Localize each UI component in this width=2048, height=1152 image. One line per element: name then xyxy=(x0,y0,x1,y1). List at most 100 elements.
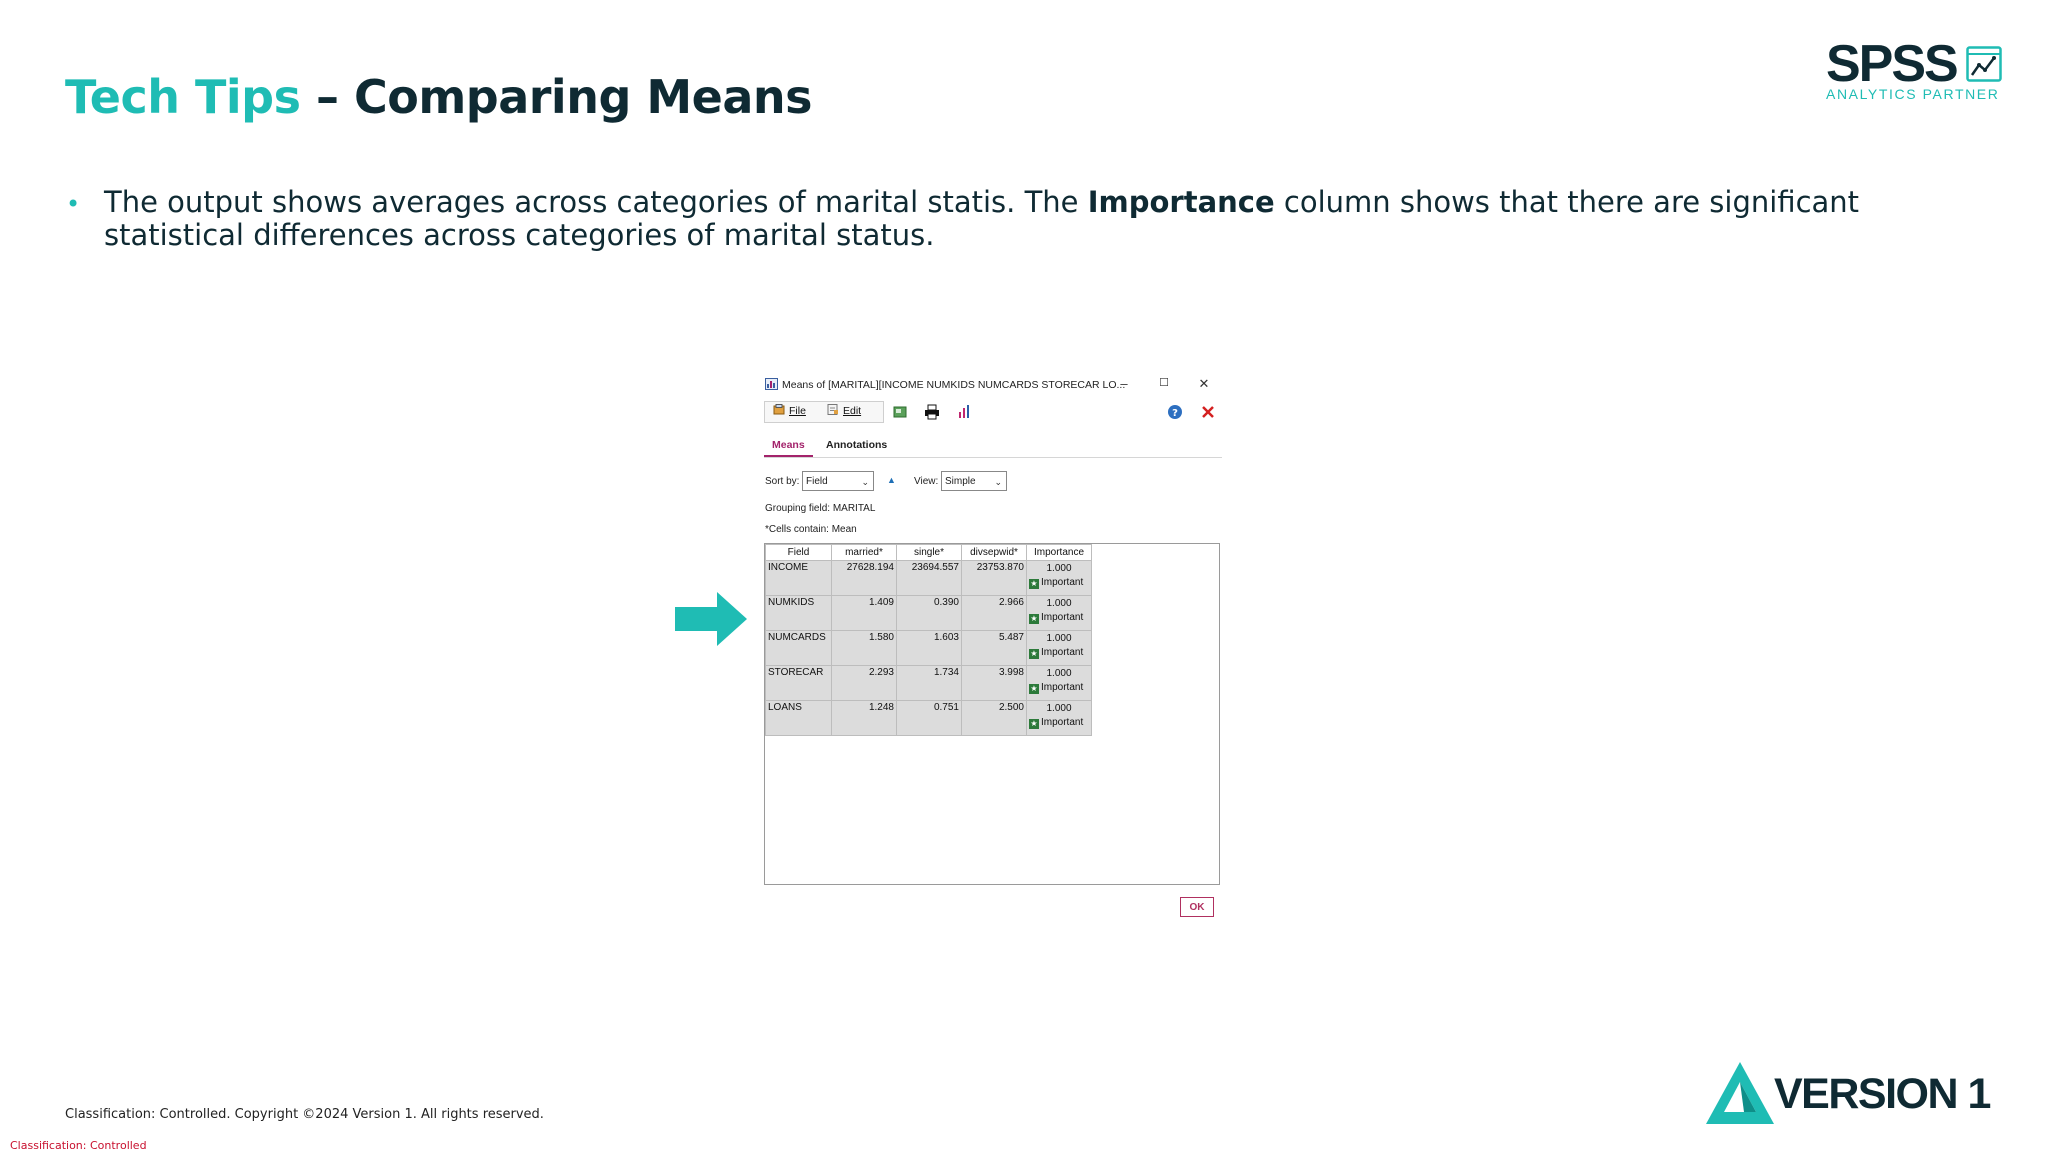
tab-annotations[interactable]: Annotations xyxy=(818,436,895,455)
view-value: Simple xyxy=(945,476,976,487)
star-icon: ★ xyxy=(1029,614,1039,624)
star-icon: ★ xyxy=(1029,649,1039,659)
mean-cell: 23753.870 xyxy=(961,560,1027,596)
importance-cell: 1.000 ★ Important xyxy=(1026,700,1092,736)
table-row: STORECAR 2.293 1.734 3.998 1.000 ★ Importa… xyxy=(765,665,1092,701)
table-row: LOANS 1.248 0.751 2.500 1.000 ★ Important xyxy=(765,700,1092,736)
version1-logo-word: VERSION 1 xyxy=(1774,1070,1991,1118)
importance-label: Important xyxy=(1041,647,1084,658)
star-icon: ★ xyxy=(1029,579,1039,589)
sort-ascending-icon[interactable]: ▲ xyxy=(887,475,896,485)
table-header-row: Field married* single* divsepwid* Import… xyxy=(765,544,1092,561)
mean-cell: 5.487 xyxy=(961,630,1027,666)
copyright-text: Classification: Controlled. Copyright ©2… xyxy=(65,1107,544,1122)
field-cell: NUMKIDS xyxy=(765,595,832,631)
spss-analytics-partner-logo: SPSS ANALYTICS PARTNER xyxy=(1818,35,2008,106)
spss-app-icon xyxy=(765,378,778,390)
help-icon[interactable]: ? xyxy=(1167,404,1183,420)
file-label: File xyxy=(789,405,806,417)
bullet-text: The output shows averages across categor… xyxy=(104,186,1966,252)
title-rest: – Comparing Means xyxy=(300,70,813,124)
star-icon: ★ xyxy=(1029,684,1039,694)
importance-label: Important xyxy=(1041,682,1084,693)
version1-triangle-icon xyxy=(1706,1062,1774,1124)
field-cell: INCOME xyxy=(765,560,832,596)
column-header[interactable]: single* xyxy=(896,544,962,561)
bullet-dot: • xyxy=(66,190,81,218)
mean-cell: 2.966 xyxy=(961,595,1027,631)
edit-label: Edit xyxy=(843,405,862,417)
cells-contain-text: *Cells contain: Mean xyxy=(765,524,857,535)
mean-cell: 0.390 xyxy=(896,595,962,631)
mean-cell: 0.751 xyxy=(896,700,962,736)
means-table-frame[interactable]: Field married* single* divsepwid* Import… xyxy=(764,543,1220,885)
sort-by-value: Field xyxy=(806,476,828,487)
dialog-title: Means of [MARITAL][INCOME NUMKIDS NUMCAR… xyxy=(782,379,1126,391)
column-header[interactable]: divsepwid* xyxy=(961,544,1027,561)
chevron-down-icon: ⌄ xyxy=(994,477,1002,487)
importance-value: 1.000 xyxy=(1046,633,1072,644)
means-table: Field married* single* divsepwid* Import… xyxy=(765,544,1092,736)
field-cell: STORECAR xyxy=(765,665,832,701)
mean-cell: 1.580 xyxy=(831,630,897,666)
maximize-button[interactable]: ☐ xyxy=(1154,376,1174,392)
svg-text:?: ? xyxy=(1172,408,1178,419)
sort-by-select[interactable]: Field ⌄ xyxy=(802,471,874,491)
mean-cell: 2.500 xyxy=(961,700,1027,736)
file-edit-group: File Edit xyxy=(764,401,884,423)
pointer-arrow-icon xyxy=(675,592,747,646)
title-accent: Tech Tips xyxy=(65,70,301,124)
importance-cell: 1.000 ★ Important xyxy=(1026,630,1092,666)
importance-cell: 1.000 ★ Important xyxy=(1026,595,1092,631)
close-window-button[interactable]: ✕ xyxy=(1194,376,1214,392)
importance-label: Important xyxy=(1041,612,1084,623)
field-cell: NUMCARDS xyxy=(765,630,832,666)
importance-label: Important xyxy=(1041,577,1084,588)
print-icon[interactable] xyxy=(924,404,940,420)
dialog-titlebar[interactable]: Means of [MARITAL][INCOME NUMKIDS NUMCAR… xyxy=(762,373,1224,395)
mean-cell: 2.293 xyxy=(831,665,897,701)
minimize-button[interactable]: – xyxy=(1114,376,1134,392)
column-header[interactable]: Importance xyxy=(1026,544,1092,561)
version1-logo: VERSION 1 xyxy=(1704,1060,2014,1126)
spss-logo-subtitle: ANALYTICS PARTNER xyxy=(1826,86,2000,102)
column-header[interactable]: Field xyxy=(765,544,832,561)
edit-icon xyxy=(827,404,838,415)
table-row: INCOME 27628.194 23694.557 23753.870 1.0… xyxy=(765,560,1092,596)
classification-label: Classification: Controlled xyxy=(10,1139,147,1152)
file-menu-button[interactable]: File xyxy=(773,404,806,420)
ok-button[interactable]: OK xyxy=(1180,897,1214,917)
mean-cell: 3.998 xyxy=(961,665,1027,701)
bullet-bold-importance: Importance xyxy=(1087,185,1275,219)
view-label: View: xyxy=(914,476,939,487)
chevron-down-icon: ⌄ xyxy=(861,477,869,487)
slide-title: Tech Tips – Comparing Means xyxy=(65,70,813,124)
importance-value: 1.000 xyxy=(1046,703,1072,714)
bullet-point: • The output shows averages across categ… xyxy=(66,186,1966,252)
spss-logo-word: SPSS xyxy=(1826,35,1959,93)
close-red-icon[interactable] xyxy=(1200,404,1216,420)
mean-cell: 23694.557 xyxy=(896,560,962,596)
dialog-tabs: Means Annotations xyxy=(764,433,1222,458)
mean-cell: 1.409 xyxy=(831,595,897,631)
mean-cell: 27628.194 xyxy=(831,560,897,596)
importance-cell: 1.000 ★ Important xyxy=(1026,665,1092,701)
file-icon xyxy=(773,404,785,415)
mean-cell: 1.734 xyxy=(896,665,962,701)
sort-by-label: Sort by: xyxy=(765,476,800,487)
generate-icon[interactable] xyxy=(892,404,908,420)
importance-cell: 1.000 ★ Important xyxy=(1026,560,1092,596)
means-output-dialog: Means of [MARITAL][INCOME NUMKIDS NUMCAR… xyxy=(762,373,1224,925)
importance-value: 1.000 xyxy=(1046,598,1072,609)
column-header[interactable]: married* xyxy=(831,544,897,561)
mean-cell: 1.603 xyxy=(896,630,962,666)
field-cell: LOANS xyxy=(765,700,832,736)
mean-cell: 1.248 xyxy=(831,700,897,736)
tab-means[interactable]: Means xyxy=(764,436,813,457)
edit-menu-button[interactable]: Edit xyxy=(827,404,861,420)
chart-node-icon[interactable] xyxy=(956,404,972,420)
bullet-part1: The output shows averages across categor… xyxy=(104,185,1088,219)
importance-value: 1.000 xyxy=(1046,563,1072,574)
table-row: NUMKIDS 1.409 0.390 2.966 1.000 ★ Importan… xyxy=(765,595,1092,631)
view-select[interactable]: Simple ⌄ xyxy=(941,471,1007,491)
